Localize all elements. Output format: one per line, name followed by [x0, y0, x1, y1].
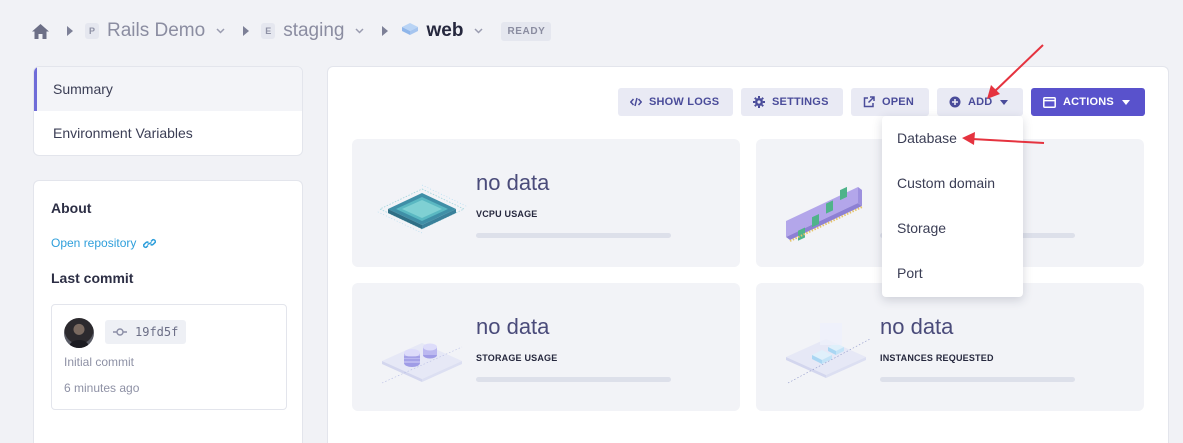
breadcrumb-service[interactable]: web [426, 20, 463, 42]
settings-button[interactable]: SETTINGS [741, 88, 843, 116]
add-label: ADD [968, 96, 993, 108]
metric-value: no data [476, 170, 550, 195]
environment-badge: E [261, 23, 276, 39]
window-icon [1043, 96, 1056, 108]
memory-module-icon [786, 186, 863, 242]
settings-label: SETTINGS [772, 96, 829, 108]
plus-circle-icon [949, 96, 961, 108]
metric-card-instances: no data INSTANCES REQUESTED [756, 283, 1144, 411]
about-card: About Open repository Last commit 19fd5f… [33, 180, 303, 443]
commit-card: 19fd5f Initial commit 6 minutes ago [51, 304, 287, 410]
last-commit-title: Last commit [51, 270, 134, 286]
show-logs-label: SHOW LOGS [649, 96, 720, 108]
actions-button[interactable]: ACTIONS [1031, 88, 1145, 116]
sidebar-item-summary[interactable]: Summary [34, 67, 302, 111]
add-dropdown-menu: Database Custom domain Storage Port [882, 116, 1023, 297]
breadcrumb-environment[interactable]: staging [283, 20, 344, 42]
sidebar-item-label: Summary [53, 81, 113, 97]
about-title: About [51, 200, 92, 216]
project-badge: P [85, 23, 99, 39]
breadcrumb-project[interactable]: Rails Demo [107, 20, 205, 42]
chevron-down-icon[interactable] [216, 28, 225, 34]
cpu-chip-icon [375, 184, 469, 234]
sidebar-nav: Summary Environment Variables [33, 66, 303, 156]
menu-item-storage[interactable]: Storage [897, 220, 946, 236]
open-repository-link[interactable]: Open repository [51, 236, 157, 250]
sidebar-item-label: Environment Variables [53, 125, 193, 141]
instances-icon [786, 323, 871, 384]
avatar [64, 318, 94, 348]
caret-down-icon [1121, 99, 1130, 105]
metric-card-vcpu: no data VCPU USAGE [352, 139, 740, 267]
main-panel: SHOW LOGS SETTINGS OPEN ADD ACTIONS no d… [327, 66, 1169, 443]
metric-label: STORAGE USAGE [476, 353, 558, 363]
metric-bar [476, 233, 671, 238]
chevron-down-icon[interactable] [474, 28, 483, 34]
metric-value: no data [880, 314, 954, 339]
breadcrumb-separator-icon [382, 26, 389, 36]
breadcrumb-separator-icon [67, 26, 73, 36]
service-cube-icon [400, 21, 420, 42]
commit-icon [113, 328, 127, 336]
open-button[interactable]: OPEN [851, 88, 929, 116]
add-button[interactable]: ADD [937, 88, 1023, 116]
storage-disks-icon [381, 343, 463, 384]
metric-bar [476, 377, 671, 382]
metric-value: no data [476, 314, 550, 339]
menu-item-custom-domain[interactable]: Custom domain [897, 175, 995, 191]
metric-bar [880, 377, 1075, 382]
show-logs-button[interactable]: SHOW LOGS [618, 88, 733, 116]
menu-item-port[interactable]: Port [897, 265, 923, 281]
metric-label: INSTANCES REQUESTED [880, 353, 994, 363]
breadcrumb: P Rails Demo E staging web READY [32, 18, 552, 44]
commit-time: 6 minutes ago [64, 381, 140, 395]
breadcrumb-separator-icon [243, 26, 250, 36]
commit-sha: 19fd5f [135, 325, 179, 339]
actions-label: ACTIONS [1063, 96, 1114, 108]
open-label: OPEN [882, 96, 914, 108]
commit-sha-button[interactable]: 19fd5f [105, 320, 187, 344]
commit-message: Initial commit [64, 355, 135, 369]
caret-down-icon [1000, 99, 1009, 105]
sidebar-item-environment-variables[interactable]: Environment Variables [34, 111, 302, 155]
code-icon [630, 97, 642, 107]
home-icon[interactable] [32, 23, 49, 39]
link-icon [143, 238, 157, 248]
metric-label: VCPU USAGE [476, 209, 538, 219]
open-repository-label: Open repository [51, 236, 137, 250]
metric-card-storage: no data STORAGE USAGE [352, 283, 740, 411]
chevron-down-icon[interactable] [355, 28, 365, 34]
gear-icon [753, 96, 765, 108]
external-link-icon [863, 96, 875, 108]
menu-item-database[interactable]: Database [897, 130, 957, 146]
status-badge: READY [501, 21, 552, 41]
